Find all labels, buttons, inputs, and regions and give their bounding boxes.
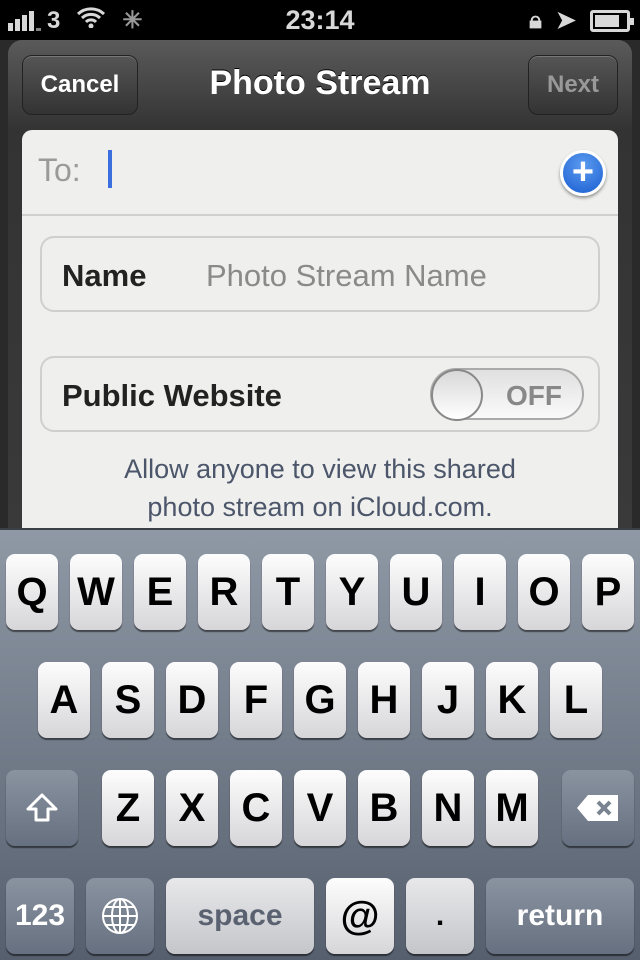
at-key[interactable]: @: [326, 878, 394, 954]
key-c[interactable]: C: [230, 770, 282, 846]
key-b[interactable]: B: [358, 770, 410, 846]
public-website-note: Allow anyone to view this shared photo s…: [22, 450, 618, 526]
key-v[interactable]: V: [294, 770, 346, 846]
key-a[interactable]: A: [38, 662, 90, 738]
toggle-state: OFF: [506, 380, 562, 411]
key-e[interactable]: E: [134, 554, 186, 630]
dot-key[interactable]: .: [406, 878, 474, 954]
public-website-label: Public Website: [62, 378, 282, 413]
name-input[interactable]: Photo Stream Name: [206, 258, 487, 294]
key-o[interactable]: O: [518, 554, 570, 630]
key-f[interactable]: F: [230, 662, 282, 738]
public-website-row: Public Website OFF: [40, 356, 600, 432]
key-g[interactable]: G: [294, 662, 346, 738]
key-x[interactable]: X: [166, 770, 218, 846]
key-q[interactable]: Q: [6, 554, 58, 630]
key-t[interactable]: T: [262, 554, 314, 630]
key-j[interactable]: J: [422, 662, 474, 738]
key-k[interactable]: K: [486, 662, 538, 738]
return-key[interactable]: return: [486, 878, 634, 954]
globe-icon: [102, 898, 138, 934]
toggle-knob: [431, 369, 483, 421]
key-l[interactable]: L: [550, 662, 602, 738]
delete-key[interactable]: [562, 770, 634, 846]
keyboard: 123 space @ . return QWERTYUIOP ASDFGHJKL…: [0, 528, 640, 960]
key-w[interactable]: W: [70, 554, 122, 630]
status-bar: 3 ✳ 23:14 🔒︎ ➤: [0, 0, 640, 40]
text-cursor: [108, 150, 112, 188]
backspace-icon: [577, 795, 618, 821]
next-button[interactable]: Next: [528, 55, 618, 115]
key-z[interactable]: Z: [102, 770, 154, 846]
form-card: To: + Name Photo Stream Name Public Webs…: [22, 130, 618, 530]
name-label: Name: [62, 258, 147, 293]
shift-key[interactable]: [6, 770, 78, 846]
key-m[interactable]: M: [486, 770, 538, 846]
key-n[interactable]: N: [422, 770, 474, 846]
key-y[interactable]: Y: [326, 554, 378, 630]
name-field[interactable]: Name Photo Stream Name: [40, 236, 600, 312]
add-contact-icon[interactable]: +: [560, 150, 606, 196]
key-p[interactable]: P: [582, 554, 634, 630]
shift-icon: [26, 793, 58, 822]
key-u[interactable]: U: [390, 554, 442, 630]
key-d[interactable]: D: [166, 662, 218, 738]
space-key[interactable]: space: [166, 878, 314, 954]
key-h[interactable]: H: [358, 662, 410, 738]
battery-icon: [590, 9, 634, 32]
rotation-lock-icon: 🔒︎: [529, 6, 542, 34]
to-label: To:: [38, 152, 81, 188]
key-i[interactable]: I: [454, 554, 506, 630]
globe-key[interactable]: [86, 878, 154, 954]
key-r[interactable]: R: [198, 554, 250, 630]
to-field[interactable]: To: +: [22, 130, 618, 216]
note-text: Allow anyone to view this shared photo s…: [124, 454, 516, 522]
key-s[interactable]: S: [102, 662, 154, 738]
public-website-toggle[interactable]: OFF: [430, 368, 584, 421]
location-icon: ➤: [555, 7, 576, 34]
numbers-key[interactable]: 123: [6, 878, 74, 954]
